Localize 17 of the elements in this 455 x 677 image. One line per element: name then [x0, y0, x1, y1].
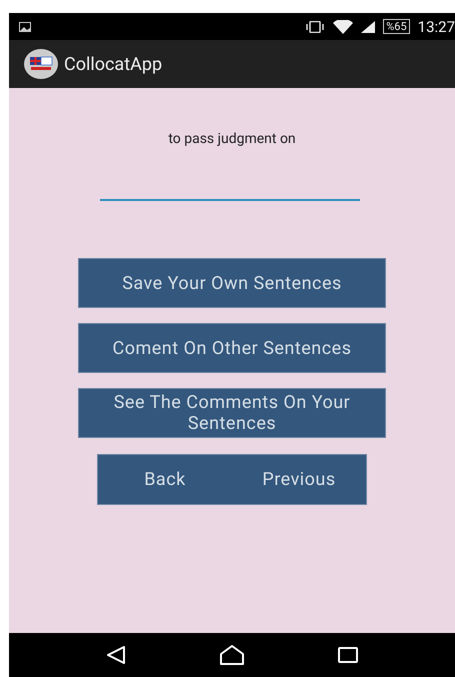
home-icon[interactable] [220, 645, 244, 665]
vibrate-icon [305, 20, 326, 32]
action-button[interactable]: See The Comments On Your Sentences [78, 388, 386, 438]
nav-button[interactable]: Back [98, 455, 232, 504]
back-icon[interactable] [106, 646, 126, 664]
action-button[interactable]: Coment On Other Sentences [78, 323, 386, 373]
clock-time: 13:27 [418, 18, 455, 36]
app-logo-icon [24, 49, 58, 79]
wifi-icon [333, 20, 354, 34]
signal-icon [361, 20, 376, 32]
action-button[interactable]: Save Your Own Sentences [78, 258, 386, 308]
recent-apps-icon[interactable] [338, 647, 358, 663]
image-icon [19, 22, 31, 32]
app-title: CollocatApp [64, 54, 162, 74]
nav-button[interactable]: Previous [232, 455, 366, 504]
battery-level: %65 [383, 19, 410, 34]
prompt-text: to pass judgment on [168, 131, 296, 147]
